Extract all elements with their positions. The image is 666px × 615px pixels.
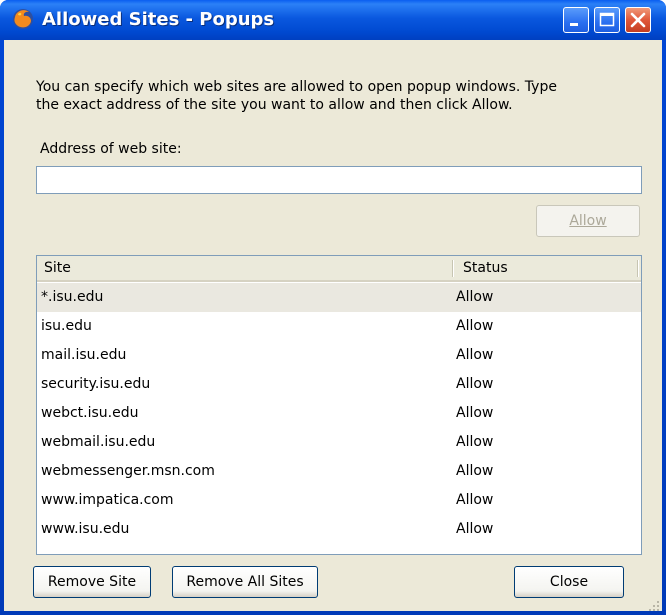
status-cell: Allow (456, 492, 494, 508)
close-button-label: Close (549, 574, 589, 590)
maximize-icon (599, 12, 615, 27)
table-row[interactable]: *.isu.edu Allow (37, 283, 641, 312)
table-row[interactable]: webmessenger.msn.com Allow (37, 457, 641, 486)
table-row[interactable]: www.impatica.com Allow (37, 486, 641, 515)
status-cell: Allow (456, 376, 494, 392)
address-label-text: Address of web site: (40, 141, 182, 157)
list-header: Site Status (37, 256, 641, 282)
site-cell: webmessenger.msn.com (41, 463, 215, 479)
minimize-icon (570, 23, 578, 26)
site-cell: www.impatica.com (41, 492, 174, 508)
column-divider[interactable] (637, 260, 639, 277)
column-header-site[interactable]: Site (44, 260, 71, 276)
resize-grip-icon[interactable] (648, 600, 660, 612)
firefox-icon (13, 9, 33, 29)
status-cell: Allow (456, 463, 494, 479)
status-cell: Allow (456, 405, 494, 421)
status-cell: Allow (456, 347, 494, 363)
site-cell: webct.isu.edu (41, 405, 139, 421)
close-button[interactable]: Close (514, 566, 624, 598)
minimize-button[interactable] (563, 7, 589, 33)
close-icon (630, 12, 646, 28)
title-bar[interactable]: Allowed Sites - Popups (0, 0, 666, 40)
sites-list[interactable]: Site Status *.isu.edu Allow isu.edu Allo… (36, 255, 642, 555)
address-label: Address of web site: (40, 141, 182, 157)
table-row[interactable]: webmail.isu.edu Allow (37, 428, 641, 457)
close-window-button[interactable] (625, 7, 651, 33)
remove-site-button[interactable]: Remove Site (33, 566, 151, 598)
site-cell: isu.edu (41, 318, 92, 334)
description-text: You can specify which web sites are allo… (36, 78, 636, 114)
maximize-button[interactable] (594, 7, 620, 33)
remove-site-label: Remove Site (47, 574, 137, 590)
table-row[interactable]: webct.isu.edu Allow (37, 399, 641, 428)
remove-all-sites-button[interactable]: Remove All Sites (172, 566, 318, 598)
site-cell: www.isu.edu (41, 521, 130, 537)
status-cell: Allow (456, 521, 494, 537)
dialog-window: Allowed Sites - Popups You can specify w… (0, 0, 666, 615)
status-cell: Allow (456, 289, 494, 305)
address-input[interactable] (36, 166, 642, 194)
description-line: the exact address of the site you want t… (36, 97, 513, 113)
site-cell: mail.isu.edu (41, 347, 127, 363)
allow-button-label: Allow (569, 213, 607, 229)
site-cell: webmail.isu.edu (41, 434, 156, 450)
window-title: Allowed Sites - Popups (42, 9, 275, 30)
table-row[interactable]: isu.edu Allow (37, 312, 641, 341)
table-row[interactable]: security.isu.edu Allow (37, 370, 641, 399)
site-cell: security.isu.edu (41, 376, 151, 392)
description-line: You can specify which web sites are allo… (36, 79, 557, 95)
status-cell: Allow (456, 434, 494, 450)
remove-all-sites-label: Remove All Sites (186, 574, 304, 590)
site-cell: *.isu.edu (41, 289, 104, 305)
table-row[interactable]: mail.isu.edu Allow (37, 341, 641, 370)
allow-button[interactable]: Allow (536, 205, 640, 237)
column-divider[interactable] (452, 260, 454, 277)
table-row[interactable]: www.isu.edu Allow (37, 515, 641, 544)
status-cell: Allow (456, 318, 494, 334)
column-header-status[interactable]: Status (463, 260, 508, 276)
